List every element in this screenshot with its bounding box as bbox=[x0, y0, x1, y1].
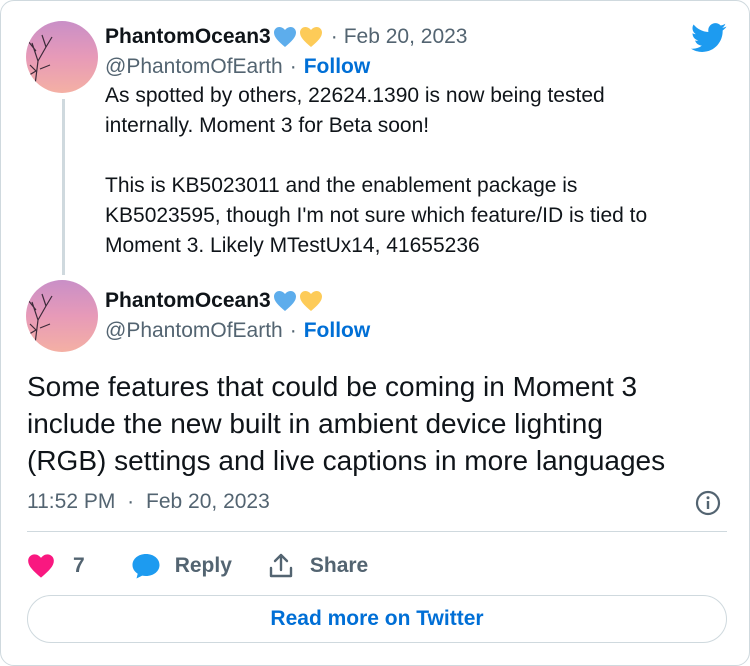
tweet-timestamp[interactable]: 11:52 PM · Feb 20, 2023 bbox=[27, 490, 270, 514]
first-tweet-author-row: PhantomOcean3 · Feb 20, 2023 bbox=[105, 25, 467, 49]
author-name[interactable]: PhantomOcean3 bbox=[105, 25, 271, 49]
tweet-text-line: As spotted by others, 22624.1390 is now … bbox=[105, 84, 605, 107]
tweet-time: 11:52 PM bbox=[27, 490, 116, 513]
divider bbox=[27, 531, 727, 532]
tweet-date: Feb 20, 2023 bbox=[146, 490, 270, 513]
separator: · bbox=[289, 319, 297, 342]
tweet-text-line: This is KB5023011 and the enablement pac… bbox=[105, 174, 578, 197]
first-tweet-text: As spotted by others, 22624.1390 is now … bbox=[105, 81, 725, 261]
avatar[interactable] bbox=[26, 21, 98, 93]
tweet-text-line: (RGB) settings and live captions in more… bbox=[27, 445, 666, 476]
tweet-text-line: Moment 3. Likely MTestUx14, 41655236 bbox=[105, 234, 480, 257]
tweet-text-line: KB5023595, though I'm not sure which fea… bbox=[105, 204, 648, 227]
tweet-text-line: internally. Moment 3 for Beta soon! bbox=[105, 114, 430, 137]
twitter-logo-icon[interactable] bbox=[691, 23, 727, 53]
main-tweet-handle-row: @PhantomOfEarth · Follow bbox=[105, 319, 370, 343]
share-button[interactable]: Share bbox=[268, 553, 368, 579]
main-tweet-text: Some features that could be coming in Mo… bbox=[27, 368, 727, 479]
first-tweet-handle-row: @PhantomOfEarth · Follow bbox=[105, 55, 370, 79]
yellow-heart-emoji-icon bbox=[299, 291, 322, 311]
separator: · bbox=[289, 55, 297, 78]
tweet-date[interactable]: Feb 20, 2023 bbox=[344, 25, 468, 49]
read-more-button[interactable]: Read more on Twitter bbox=[27, 595, 727, 643]
thread-connector-line bbox=[62, 99, 65, 275]
tweet-text-line: Some features that could be coming in Mo… bbox=[27, 371, 638, 402]
yellow-heart-emoji-icon bbox=[299, 27, 322, 47]
tweet-actions: 7 Reply Share bbox=[27, 549, 368, 583]
follow-link[interactable]: Follow bbox=[304, 319, 371, 343]
separator: · bbox=[330, 25, 338, 48]
share-label: Share bbox=[309, 554, 369, 577]
author-handle[interactable]: @PhantomOfEarth bbox=[105, 55, 283, 79]
reply-label: Reply bbox=[174, 554, 232, 577]
blue-heart-emoji-icon bbox=[273, 27, 296, 47]
share-icon bbox=[269, 553, 293, 578]
reply-button[interactable]: Reply bbox=[131, 552, 232, 580]
author-handle[interactable]: @PhantomOfEarth bbox=[105, 319, 283, 343]
tweet-text-line: include the new built in ambient device … bbox=[27, 408, 603, 439]
read-more-label: Read more on Twitter bbox=[270, 607, 484, 630]
tweet-embed-card: PhantomOcean3 · Feb 20, 2023 @PhantomOfE… bbox=[0, 0, 750, 666]
main-tweet-author-row: PhantomOcean3 bbox=[105, 289, 323, 313]
avatar[interactable] bbox=[26, 280, 98, 352]
separator: · bbox=[127, 490, 135, 513]
reply-bubble-icon bbox=[132, 554, 160, 579]
like-button[interactable]: 7 bbox=[27, 553, 85, 579]
blue-heart-emoji-icon bbox=[273, 291, 296, 311]
info-icon[interactable] bbox=[695, 490, 721, 516]
heart-icon bbox=[28, 554, 54, 578]
follow-link[interactable]: Follow bbox=[304, 55, 371, 79]
like-count: 7 bbox=[73, 554, 85, 577]
author-name[interactable]: PhantomOcean3 bbox=[105, 289, 271, 313]
